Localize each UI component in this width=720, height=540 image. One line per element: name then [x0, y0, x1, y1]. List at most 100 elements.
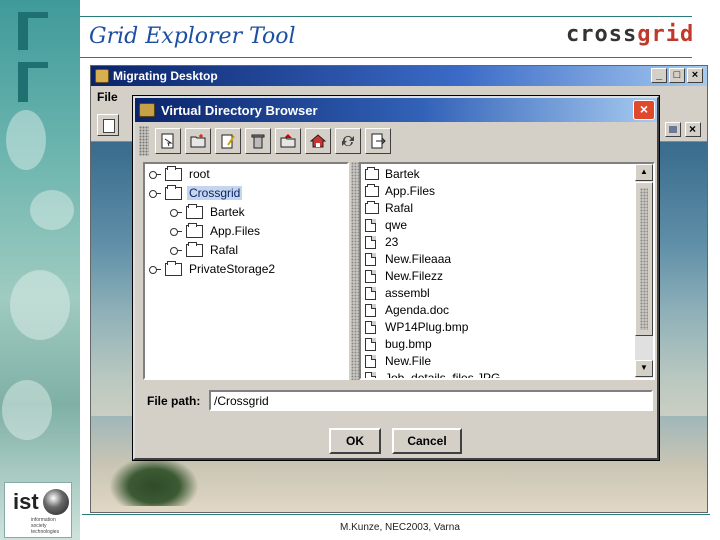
folder-icon	[186, 242, 203, 257]
file-list: Bartek App.Files Rafal qwe 23 New.Fileaa…	[359, 162, 655, 380]
refresh-button[interactable]	[335, 128, 361, 154]
decor-blob	[30, 190, 74, 230]
file-icon	[365, 270, 376, 283]
delete-button[interactable]	[245, 128, 271, 154]
ok-button-label: OK	[346, 434, 364, 448]
file-icon	[365, 355, 376, 368]
file-path-label: File path:	[147, 394, 201, 408]
tree-node-label: Bartek	[210, 205, 245, 219]
home-folder-icon	[310, 134, 326, 148]
dialog-close-button[interactable]: ×	[633, 100, 655, 120]
list-item-label: Rafal	[385, 201, 414, 215]
logo-text-a: cross	[566, 22, 638, 47]
tree-expand-handle[interactable]	[170, 208, 182, 217]
new-document-button[interactable]	[97, 114, 119, 136]
desktop-titlebar[interactable]: Migrating Desktop _ □ ×	[91, 66, 707, 86]
virtual-directory-browser-dialog: Virtual Directory Browser × root Crossgr…	[133, 96, 659, 460]
ok-button[interactable]: OK	[329, 428, 381, 454]
folder-icon	[165, 166, 182, 181]
decor-blob	[10, 270, 70, 340]
logo-text-b: grid	[637, 22, 695, 47]
file-icon	[365, 304, 376, 317]
tree-node-label: Rafal	[210, 243, 239, 257]
title-rule	[80, 57, 692, 58]
file-list-scrollbar[interactable]: ▲ ▼	[635, 164, 653, 378]
palm-tree-background	[109, 456, 199, 506]
title-bracket-decor	[18, 12, 48, 50]
ist-logo-text: ist	[13, 489, 39, 514]
globe-icon	[43, 489, 69, 515]
tree-node-label: root	[189, 167, 210, 181]
file-icon	[365, 287, 376, 300]
directory-tree: root Crossgrid Bartek App.Files Rafal Pr…	[143, 162, 349, 380]
minimize-button[interactable]: _	[651, 68, 667, 83]
list-item-label: App.Files	[385, 184, 436, 198]
tree-node-label: PrivateStorage2	[189, 262, 276, 276]
list-item-label: New.Filezz	[385, 269, 444, 283]
tree-expand-handle[interactable]	[149, 265, 161, 274]
pane-splitter[interactable]	[351, 162, 359, 380]
app-icon	[95, 69, 109, 83]
file-icon	[365, 253, 376, 266]
refresh-icon	[342, 136, 354, 147]
ist-logo-subtext: information society technologies	[31, 517, 60, 535]
tree-expand-handle[interactable]	[170, 246, 182, 255]
maximize-button[interactable]: □	[669, 68, 685, 83]
file-icon	[365, 321, 376, 334]
menu-file[interactable]: File	[97, 90, 118, 104]
dialog-title: Virtual Directory Browser	[161, 103, 318, 118]
list-item-label: 23	[385, 235, 399, 249]
select-button[interactable]	[155, 128, 181, 154]
ist-logo: ist information society technologies	[4, 482, 72, 538]
folder-icon	[365, 184, 379, 197]
decor-blob	[2, 380, 52, 440]
tree-node-label: Crossgrid	[187, 186, 243, 200]
slide-footer: M.Kunze, NEC2003, Varna	[340, 522, 460, 533]
list-item-label: Bartek	[385, 167, 420, 181]
scroll-down-button[interactable]: ▼	[635, 360, 653, 377]
delete-icon	[251, 134, 265, 149]
list-item-label: Job_details_files.JPG	[385, 371, 501, 380]
scroll-thumb[interactable]	[635, 182, 653, 336]
file-icon	[365, 236, 376, 249]
dialog-titlebar[interactable]: Virtual Directory Browser ×	[135, 98, 657, 122]
list-item-label: New.File	[385, 354, 432, 368]
dialog-toolbar	[139, 126, 653, 158]
file-icon	[365, 219, 376, 232]
exit-button[interactable]	[365, 128, 391, 154]
scroll-up-button[interactable]: ▲	[635, 164, 653, 181]
list-item-label: assembl	[385, 286, 430, 300]
new-folder-icon	[190, 134, 206, 148]
tree-expand-handle[interactable]	[149, 189, 161, 198]
edit-icon	[221, 134, 235, 149]
dialog-app-icon	[139, 103, 155, 117]
inner-close-button[interactable]: ×	[685, 122, 701, 137]
file-path-input[interactable]	[209, 390, 653, 411]
folder-icon	[365, 167, 379, 180]
list-item-label: qwe	[385, 218, 408, 232]
title-bracket-decor	[18, 62, 48, 102]
new-folder-button[interactable]	[185, 128, 211, 154]
inner-minimize-button[interactable]	[665, 122, 681, 137]
tree-expand-handle[interactable]	[149, 170, 161, 179]
home-folder-button[interactable]	[305, 128, 331, 154]
edit-button[interactable]	[215, 128, 241, 154]
list-item-label: WP14Plug.bmp	[385, 320, 469, 334]
footer-rule	[82, 514, 710, 515]
list-item-label: Agenda.doc	[385, 303, 450, 317]
slide-title: Grid Explorer Tool	[89, 24, 296, 49]
cancel-button[interactable]: Cancel	[392, 428, 462, 454]
list-item-label: bug.bmp	[385, 337, 432, 351]
crossgrid-logo: crossgrid	[566, 22, 694, 47]
exit-icon	[371, 133, 386, 149]
cancel-button-label: Cancel	[407, 434, 447, 448]
file-icon	[365, 338, 376, 351]
folder-icon	[165, 185, 182, 200]
close-button[interactable]: ×	[687, 68, 703, 83]
tree-expand-handle[interactable]	[170, 227, 182, 236]
up-folder-icon	[280, 134, 296, 148]
file-icon	[365, 372, 376, 378]
toolbar-grip[interactable]	[139, 126, 149, 156]
up-folder-button[interactable]	[275, 128, 301, 154]
close-icon: ×	[689, 122, 697, 136]
